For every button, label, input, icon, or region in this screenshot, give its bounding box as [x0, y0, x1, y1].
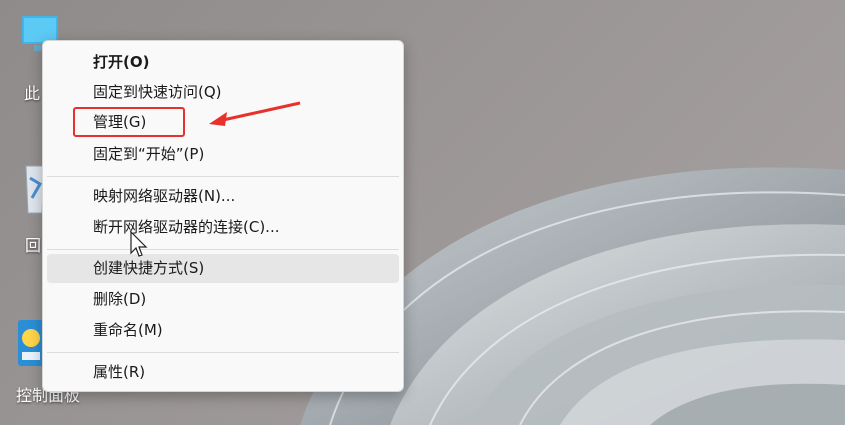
menu-item-disconnect-network-drive[interactable]: 断开网络驱动器的连接(C)... — [47, 213, 399, 242]
menu-separator — [47, 352, 399, 353]
menu-separator — [47, 249, 399, 250]
menu-item-pin-start[interactable]: 固定到“开始”(P) — [47, 140, 399, 169]
context-menu: 打开(O) 固定到快速访问(Q) 管理(G) 固定到“开始”(P) 映射网络驱动… — [42, 40, 404, 392]
annotation-arrow-icon — [209, 101, 301, 126]
menu-item-rename[interactable]: 重命名(M) — [47, 316, 399, 345]
mouse-cursor-icon — [130, 231, 148, 257]
recycle-bin-label: 回 — [25, 236, 42, 255]
highlight-box — [73, 107, 185, 137]
menu-item-properties[interactable]: 属性(R) — [47, 358, 399, 387]
menu-item-create-shortcut[interactable]: 创建快捷方式(S) — [47, 254, 399, 283]
menu-item-map-network-drive[interactable]: 映射网络驱动器(N)... — [47, 182, 399, 211]
menu-item-delete[interactable]: 删除(D) — [47, 285, 399, 314]
menu-item-open[interactable]: 打开(O) — [47, 48, 399, 77]
this-pc-label: 此 — [24, 84, 41, 103]
menu-separator — [47, 176, 399, 177]
